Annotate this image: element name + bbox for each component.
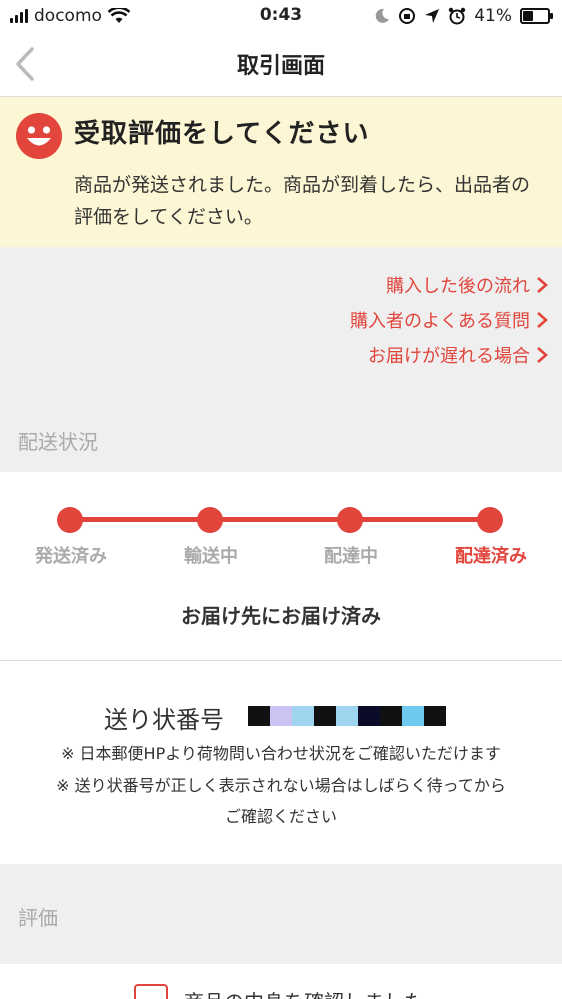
orientation-lock-icon (399, 8, 416, 24)
progress-step-label: 配達中 (324, 546, 378, 567)
tracking-number-redacted[interactable] (248, 706, 446, 726)
battery-icon (520, 8, 553, 24)
tracking-note: ※ 日本郵便HPより荷物問い合わせ状況をご確認いただけます (61, 744, 501, 763)
moon-icon (375, 8, 390, 23)
rating-notice-banner: 受取評価をしてください 商品が発送されました。商品が到着したら、出品者の評価をし… (0, 97, 562, 247)
alarm-icon (449, 7, 466, 25)
tracking-note: ※ 送り状番号が正しく表示されない場合はしばらく待ってから (56, 776, 506, 795)
rating-confirm-card: 商品の中身を確認しました (0, 964, 562, 999)
battery-percent: 41% (474, 6, 512, 26)
rating-section-label: 評価 (18, 906, 58, 930)
help-link-label: お届けが遅れる場合 (368, 346, 530, 367)
page-title: 取引画面 (236, 54, 325, 79)
chevron-right-icon (537, 312, 548, 328)
confirm-item-checkbox[interactable] (134, 984, 168, 999)
delivery-status-text: お届け先にお届け済み (181, 604, 381, 628)
progress-step-dot (337, 507, 363, 533)
tracking-number-label: 送り状番号 (104, 706, 224, 734)
help-link-label: 購入者のよくある質問 (350, 311, 530, 332)
help-link-delayed-delivery[interactable]: お届けが遅れる場合 (368, 342, 548, 368)
chevron-right-icon (537, 277, 548, 293)
progress-step-label-active: 配達済み (455, 546, 527, 567)
progress-step-dot (57, 507, 83, 533)
progress-track (70, 517, 490, 522)
nav-bar: 取引画面 (0, 34, 562, 97)
help-link-buyer-faq[interactable]: 購入者のよくある質問 (350, 307, 548, 333)
status-right: 41% (374, 6, 553, 26)
progress-step-label: 発送済み (35, 546, 107, 567)
chevron-right-icon (537, 347, 548, 363)
confirm-item-label: 商品の中身を確認しました (184, 986, 424, 999)
progress-step-dot (477, 507, 503, 533)
progress-step-dot (197, 507, 223, 533)
rating-section (0, 864, 562, 964)
help-link-label: 購入した後の流れ (386, 276, 530, 297)
battery-level (523, 11, 533, 21)
status-bar: docomo 0:43 41% (0, 0, 562, 34)
notice-title: 受取評価をしてください (74, 119, 370, 149)
help-link-after-purchase[interactable]: 購入した後の流れ (386, 272, 548, 298)
notice-body: 商品が発送されました。商品が到着したら、出品者の評価をしてください。 (74, 174, 531, 228)
smiley-icon (16, 113, 62, 159)
tracking-note: ご確認ください (224, 807, 337, 826)
location-icon (425, 9, 440, 23)
shipping-section-label: 配送状況 (18, 430, 98, 454)
progress-step-label: 輸送中 (184, 546, 238, 567)
